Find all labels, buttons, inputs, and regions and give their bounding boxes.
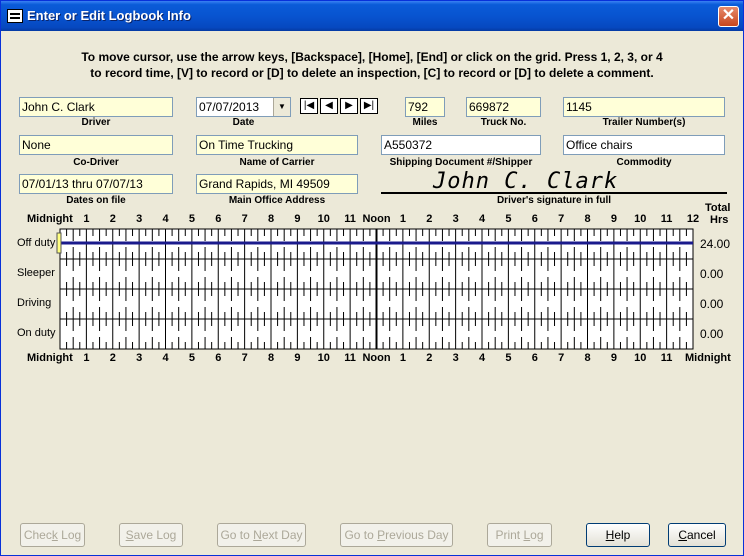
print-log-button[interactable]: Print Log [487,523,552,547]
bottom-hour-label: 7 [558,352,565,364]
bottom-hour-label: 2 [109,352,116,364]
help-button[interactable]: Help [586,523,650,547]
check-log-button[interactable]: Check Log [20,523,85,547]
bottom-hour-label: 4 [478,352,486,364]
bottom-hour-label: 3 [136,352,143,364]
bottom-hour-label: 9 [294,352,301,364]
bottom-hour-label: 2 [426,352,433,364]
bottom-hour-label: 6 [215,352,222,364]
bottom-hour-label: 9 [610,352,617,364]
bottom-hour-label: 10 [317,352,330,364]
bottom-hour-label: 5 [188,352,195,364]
bottom-hour-label: 6 [531,352,538,364]
previous-day-button[interactable]: Go to Previous Day [340,523,453,547]
bottom-hour-label: 10 [634,352,647,364]
bottom-hour-label: 1 [399,352,406,364]
bottom-hour-label: Midnight [685,352,731,364]
logbook-dialog: Enter or Edit Logbook Info ✕ To move cur… [0,0,744,556]
log-grid[interactable] [1,1,743,381]
bottom-hour-label: 5 [505,352,512,364]
bottom-hour-label: 11 [660,352,673,364]
bottom-hour-label: 4 [162,352,169,364]
next-day-text-button[interactable]: Go to Next Day [217,523,306,547]
bottom-hour-label: 3 [452,352,459,364]
cancel-button[interactable]: Cancel [668,523,726,547]
bottom-hour-label: 7 [241,352,248,364]
save-log-button[interactable]: Save Log [119,523,183,547]
bottom-hour-label: 1 [83,352,90,364]
bottom-hour-label: 8 [584,352,591,364]
grid-cursor [56,232,62,254]
bottom-hour-label: 8 [267,352,275,364]
